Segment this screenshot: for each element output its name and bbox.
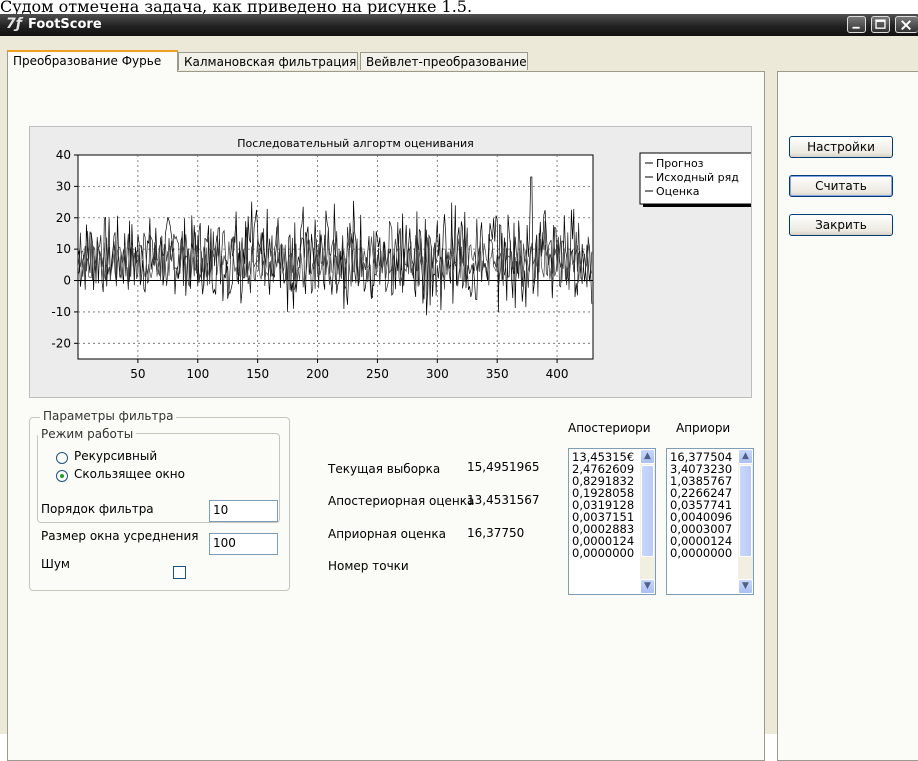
maximize-button[interactable] bbox=[871, 16, 890, 33]
prior-list-item[interactable]: 16,377504 bbox=[667, 451, 738, 463]
mode-label: Режим работы bbox=[38, 427, 137, 441]
order-label: Порядок фильтра bbox=[41, 502, 154, 516]
y-tick-label: -10 bbox=[51, 305, 71, 319]
y-tick-label: 0 bbox=[63, 274, 71, 288]
window-client: Преобразование Фурье Калмановская фильтр… bbox=[0, 36, 918, 761]
posterior-listbox[interactable]: 13,45315€ 2,4762609 0,8291832 0,1928058 0,03… bbox=[568, 448, 656, 595]
title-bar[interactable]: 7ƒ FootScore bbox=[0, 14, 918, 36]
x-tick-label: 200 bbox=[306, 367, 329, 381]
x-tick-label: 250 bbox=[366, 367, 389, 381]
radio-sliding-window[interactable] bbox=[56, 470, 68, 482]
posterior-list-item[interactable]: 2,4762609 bbox=[569, 463, 640, 475]
y-tick-label: 40 bbox=[56, 148, 71, 162]
prior-list-item[interactable]: 0,0357741 bbox=[667, 499, 738, 511]
noise-checkbox[interactable] bbox=[173, 566, 186, 579]
point-number-label: Номер точки bbox=[328, 559, 409, 573]
filter-params-label: Параметры фильтра bbox=[40, 409, 177, 423]
prior-list-header: Априори bbox=[676, 421, 731, 435]
tab-kalman[interactable]: Калмановская фильтрация bbox=[178, 52, 358, 70]
footscore-icon: 7ƒ bbox=[6, 16, 22, 32]
posterior-list-item[interactable]: 0,0000000 bbox=[569, 547, 640, 559]
x-tick-label: 150 bbox=[246, 367, 269, 381]
close-icon bbox=[901, 20, 912, 31]
prior-listbox[interactable]: 16,377504 3,4073230 1,0385767 0,2266247 0,03… bbox=[666, 448, 754, 595]
scroll-thumb[interactable] bbox=[641, 465, 654, 557]
prior-list-item[interactable]: 0,0003007 bbox=[667, 523, 738, 535]
posterior-list-item[interactable]: 0,8291832 bbox=[569, 475, 640, 487]
minimize-icon bbox=[852, 26, 860, 29]
order-field[interactable]: 10 bbox=[209, 500, 278, 522]
posterior-list-item[interactable]: 0,0037151 bbox=[569, 511, 640, 523]
radio-sliding-window-label: Скользящее окно bbox=[74, 467, 185, 481]
settings-button[interactable]: Настройки bbox=[789, 136, 893, 158]
y-tick-label: 20 bbox=[56, 211, 71, 225]
y-tick-label: 10 bbox=[56, 242, 71, 256]
scroll-down-icon[interactable]: ▼ bbox=[738, 579, 753, 594]
chart-container: Последовательный алгортм оценивания 50 100… bbox=[29, 126, 760, 398]
close-window-button[interactable] bbox=[895, 16, 918, 33]
prior-list-item[interactable]: 1,0385767 bbox=[667, 475, 738, 487]
legend-entry: Прогноз bbox=[656, 157, 704, 170]
x-tick-label: 100 bbox=[186, 367, 209, 381]
x-tick-label: 350 bbox=[486, 367, 509, 381]
current-sample-label: Текущая выборка bbox=[328, 462, 441, 476]
calculate-button[interactable]: Считать bbox=[789, 175, 893, 197]
minimize-button[interactable] bbox=[847, 16, 866, 33]
posterior-list-item[interactable]: 13,45315€ bbox=[569, 451, 640, 463]
tab-fourier[interactable]: Преобразование Фурье bbox=[7, 50, 178, 72]
posterior-list-item[interactable]: 0,0000124 bbox=[569, 535, 640, 547]
noise-label: Шум bbox=[41, 557, 70, 571]
scroll-up-icon[interactable]: ▲ bbox=[640, 449, 655, 464]
prior-estimate-value: 16,37750 bbox=[467, 526, 525, 540]
posterior-estimate-value: 13,4531567 bbox=[467, 493, 540, 507]
prior-list-item[interactable]: 3,4073230 bbox=[667, 463, 738, 475]
scroll-down-icon[interactable]: ▼ bbox=[640, 579, 655, 594]
radio-recursive-label: Рекурсивный bbox=[74, 449, 158, 463]
x-tick-label: 400 bbox=[546, 367, 569, 381]
window-title: FootScore bbox=[28, 17, 102, 32]
y-tick-label: 30 bbox=[56, 179, 71, 193]
scroll-thumb[interactable] bbox=[739, 465, 752, 557]
radio-recursive[interactable] bbox=[56, 452, 68, 464]
prior-list-item[interactable]: 0,0040096 bbox=[667, 511, 738, 523]
close-button[interactable]: Закрить bbox=[789, 214, 893, 236]
y-tick-label: -20 bbox=[51, 336, 71, 350]
prior-list-item[interactable]: 0,0000000 bbox=[667, 547, 738, 559]
prior-list-item[interactable]: 0,0000124 bbox=[667, 535, 738, 547]
posterior-scrollbar[interactable]: ▲ ▼ bbox=[640, 449, 655, 594]
posterior-estimate-label: Апостериорная оценка bbox=[328, 494, 475, 508]
legend-entry: Исходный ряд bbox=[656, 171, 739, 184]
posterior-list-item[interactable]: 0,1928058 bbox=[569, 487, 640, 499]
posterior-list-header: Апостериори bbox=[568, 421, 651, 435]
current-sample-value: 15,4951965 bbox=[467, 460, 540, 474]
chart-title: Последовательный алгортм оценивания bbox=[237, 137, 474, 150]
window-size-field[interactable]: 100 bbox=[209, 533, 278, 555]
x-tick-label: 50 bbox=[130, 367, 145, 381]
prior-scrollbar[interactable]: ▲ ▼ bbox=[738, 449, 753, 594]
posterior-list-item[interactable]: 0,0319128 bbox=[569, 499, 640, 511]
tab-wavelet[interactable]: Вейвлет-преобразование bbox=[360, 52, 528, 70]
maximize-icon bbox=[875, 19, 886, 29]
x-tick-label: 300 bbox=[426, 367, 449, 381]
prior-estimate-label: Априорная оценка bbox=[328, 527, 447, 541]
prior-list-item[interactable]: 0,2266247 bbox=[667, 487, 738, 499]
posterior-list-item[interactable]: 0,0002883 bbox=[569, 523, 640, 535]
window-size-label: Размер окна усреднения bbox=[41, 529, 199, 543]
scroll-up-icon[interactable]: ▲ bbox=[738, 449, 753, 464]
legend-entry: Оценка bbox=[656, 185, 700, 198]
chart-svg: Последовательный алгортм оценивания50 100… bbox=[51, 137, 760, 381]
